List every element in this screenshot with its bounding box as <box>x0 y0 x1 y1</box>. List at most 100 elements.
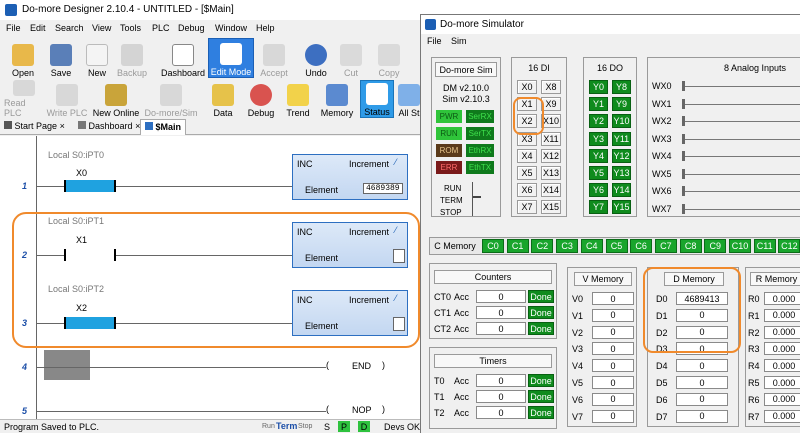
read-plc-button[interactable]: Read PLC <box>4 80 44 118</box>
mem-value[interactable]: 0.000 <box>764 308 800 322</box>
c-memory-c0[interactable]: C0 <box>482 239 504 253</box>
mem-value[interactable]: 0 <box>676 392 728 406</box>
open-button[interactable]: Open <box>6 38 40 78</box>
slider-thumb[interactable] <box>682 116 685 126</box>
data-button[interactable]: Data <box>208 80 238 118</box>
mem-value[interactable]: 0.000 <box>764 342 800 356</box>
c-memory-c12[interactable]: C12 <box>778 239 800 253</box>
mem-value[interactable]: 0 <box>676 359 728 373</box>
mem-value[interactable]: 0 <box>592 292 634 305</box>
backup-button[interactable]: Backup <box>114 38 150 78</box>
menu-plc[interactable]: PLC <box>152 23 170 33</box>
analog-slider-wx7[interactable] <box>682 208 800 210</box>
c-memory-c6[interactable]: C6 <box>630 239 653 253</box>
mem-value[interactable]: 0.000 <box>764 409 800 423</box>
edit-mode-button[interactable]: Edit Mode <box>208 38 254 78</box>
analog-slider-wx2[interactable] <box>682 121 800 122</box>
slider-thumb[interactable] <box>682 186 685 196</box>
di-button-x6[interactable]: X6 <box>517 183 537 198</box>
end-coil[interactable]: ( END ) <box>326 360 386 374</box>
c-memory-c10[interactable]: C10 <box>729 239 751 253</box>
c-memory-c4[interactable]: C4 <box>580 239 603 253</box>
c-memory-c1[interactable]: C1 <box>506 239 529 253</box>
mem-value[interactable]: 0 <box>592 359 634 373</box>
menu-tools[interactable]: Tools <box>120 23 141 33</box>
mem-value[interactable]: 0 <box>592 308 634 322</box>
sim-menu-file[interactable]: File <box>427 36 442 46</box>
di-button-x4[interactable]: X4 <box>517 148 537 163</box>
nop-coil[interactable]: ( NOP ) <box>326 404 386 418</box>
slider-thumb[interactable] <box>682 98 685 109</box>
close-icon[interactable]: × <box>60 121 65 131</box>
copy-button[interactable]: Copy <box>372 38 406 78</box>
mem-value[interactable]: 0.000 <box>764 292 800 305</box>
save-button[interactable]: Save <box>44 38 78 78</box>
sim-menu-sim[interactable]: Sim <box>451 36 467 46</box>
di-button-x12[interactable]: X12 <box>541 148 561 163</box>
menu-debug[interactable]: Debug <box>178 23 205 33</box>
analog-slider-wx5[interactable] <box>682 173 800 175</box>
mem-value[interactable]: 0 <box>592 409 634 423</box>
slider-thumb[interactable] <box>682 151 685 161</box>
di-button-x5[interactable]: X5 <box>517 166 537 180</box>
di-button-x7[interactable]: X7 <box>517 200 537 215</box>
trend-button[interactable]: Trend <box>282 80 314 118</box>
debug-button[interactable]: Debug <box>244 80 278 118</box>
menu-view[interactable]: View <box>92 23 111 33</box>
mem-value[interactable]: 0 <box>676 409 728 423</box>
contact-x0[interactable] <box>64 180 116 192</box>
di-button-x0[interactable]: X0 <box>517 80 537 94</box>
slider-thumb[interactable] <box>682 81 685 91</box>
tab-start-page[interactable]: Start Page × <box>4 121 65 131</box>
domore-sim-button[interactable]: Do-more/Sim <box>144 80 198 118</box>
cut-button[interactable]: Cut <box>336 38 366 78</box>
analog-slider-wx3[interactable] <box>682 138 800 140</box>
di-button-x9[interactable]: X9 <box>541 97 561 112</box>
di-button-x11[interactable]: X11 <box>541 131 561 146</box>
c-memory-c3[interactable]: C3 <box>556 239 579 253</box>
menu-help[interactable]: Help <box>256 23 275 33</box>
inc-instruction[interactable]: INC Increment ⁄ Element 4689389 <box>292 154 408 200</box>
mem-value[interactable]: 0.000 <box>764 359 800 373</box>
c-memory-c9[interactable]: C9 <box>704 239 727 253</box>
mode-switch[interactable] <box>472 182 481 216</box>
undo-button[interactable]: Undo <box>300 38 332 78</box>
c-memory-c5[interactable]: C5 <box>605 239 628 253</box>
tab-dashboard[interactable]: Dashboard × <box>78 121 140 131</box>
mem-value[interactable]: 0 <box>592 392 634 406</box>
di-button-x14[interactable]: X14 <box>541 183 561 198</box>
menu-edit[interactable]: Edit <box>30 23 46 33</box>
c-memory-c2[interactable]: C2 <box>531 239 554 253</box>
menu-window[interactable]: Window <box>215 23 247 33</box>
switch-handle[interactable] <box>473 196 481 198</box>
all-status-button[interactable]: All St <box>398 80 420 118</box>
mem-value[interactable]: 0 <box>592 325 634 339</box>
mem-value[interactable]: 0.000 <box>764 376 800 389</box>
new-online-button[interactable]: New Online <box>90 80 142 118</box>
mem-value[interactable]: 0 <box>592 342 634 356</box>
di-button-x15[interactable]: X15 <box>541 200 561 215</box>
slider-thumb[interactable] <box>682 168 685 179</box>
new-button[interactable]: New <box>82 38 112 78</box>
mem-value[interactable]: 0.000 <box>764 325 800 339</box>
status-button[interactable]: Status <box>360 80 394 118</box>
dashboard-button[interactable]: Dashboard <box>160 38 206 78</box>
memory-button[interactable]: Memory <box>318 80 356 118</box>
c-memory-c11[interactable]: C11 <box>753 239 776 253</box>
mem-value[interactable]: 0 <box>592 376 634 389</box>
selected-cell[interactable] <box>44 350 90 380</box>
menu-file[interactable]: File <box>6 23 21 33</box>
accept-button[interactable]: Accept <box>256 38 292 78</box>
analog-slider-wx0[interactable] <box>682 86 800 87</box>
di-button-x10[interactable]: X10 <box>541 114 561 129</box>
slider-thumb[interactable] <box>682 203 685 214</box>
analog-slider-wx6[interactable] <box>682 191 800 192</box>
menu-search[interactable]: Search <box>55 23 84 33</box>
di-button-x8[interactable]: X8 <box>541 80 561 94</box>
ladder-editor[interactable]: Local S0:iPT0 1 X0 INC Increment ⁄ Eleme… <box>0 136 420 419</box>
mem-value[interactable]: 0.000 <box>764 392 800 406</box>
tab-main[interactable]: $Main <box>140 119 187 135</box>
di-button-x13[interactable]: X13 <box>541 166 561 180</box>
analog-slider-wx4[interactable] <box>682 156 800 157</box>
c-memory-c8[interactable]: C8 <box>679 239 702 253</box>
